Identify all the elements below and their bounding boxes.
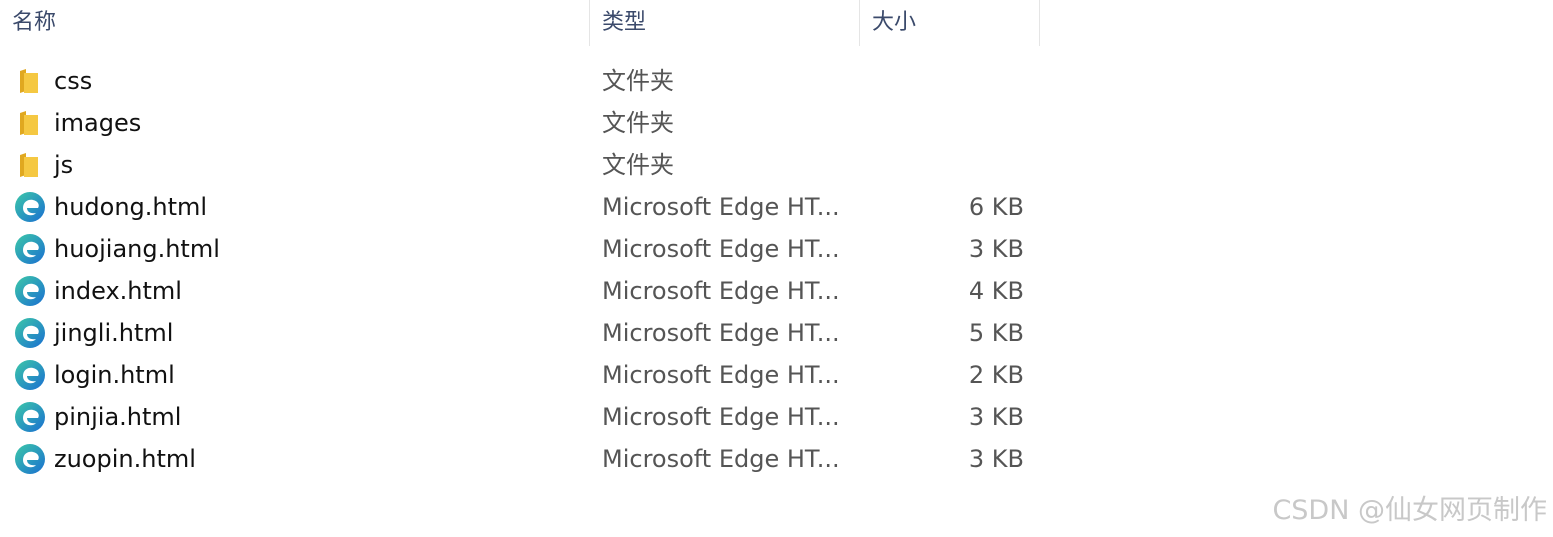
watermark: CSDN @仙女网页制作 <box>1272 495 1547 526</box>
file-row[interactable]: images 文件夹 <box>0 102 1040 144</box>
file-row[interactable]: zuopin.html Microsoft Edge HT... 3 KB <box>0 438 1040 480</box>
file-name[interactable]: jingli.html <box>54 312 173 354</box>
column-header-size[interactable]: 大小 <box>860 0 1040 46</box>
file-size: 2 KB <box>968 361 1024 389</box>
edge-icon <box>14 443 46 475</box>
column-header-type[interactable]: 类型 <box>590 0 860 46</box>
file-row[interactable]: login.html Microsoft Edge HT... 2 KB <box>0 354 1040 396</box>
file-row[interactable]: css 文件夹 <box>0 60 1040 102</box>
folder-icon <box>14 65 46 97</box>
file-row[interactable]: hudong.html Microsoft Edge HT... 6 KB <box>0 186 1040 228</box>
file-type: Microsoft Edge HT... <box>602 403 840 431</box>
column-header-bar: 名称 ^ 类型 大小 <box>0 0 1040 46</box>
file-size <box>860 60 1024 102</box>
file-name[interactable]: zuopin.html <box>54 438 196 480</box>
file-name[interactable]: pinjia.html <box>54 396 181 438</box>
column-divider[interactable] <box>1039 0 1040 46</box>
file-type: 文件夹 <box>602 151 674 179</box>
file-size: 5 KB <box>968 319 1024 347</box>
file-name[interactable]: index.html <box>54 270 182 312</box>
file-list: css 文件夹 images 文件夹 js 文件夹 hudong.html Microsoft… <box>0 60 1040 480</box>
file-size: 4 KB <box>968 277 1024 305</box>
folder-icon <box>14 107 46 139</box>
file-row[interactable]: pinjia.html Microsoft Edge HT... 3 KB <box>0 396 1040 438</box>
edge-icon <box>14 275 46 307</box>
file-name[interactable]: images <box>54 102 141 144</box>
file-row[interactable]: index.html Microsoft Edge HT... 4 KB <box>0 270 1040 312</box>
file-size: 3 KB <box>968 445 1024 473</box>
file-type: Microsoft Edge HT... <box>602 319 840 347</box>
file-type: Microsoft Edge HT... <box>602 277 840 305</box>
file-size <box>860 144 1024 186</box>
file-type: Microsoft Edge HT... <box>602 193 840 221</box>
file-name[interactable]: js <box>54 144 73 186</box>
file-size: 3 KB <box>968 235 1024 263</box>
file-size: 3 KB <box>968 403 1024 431</box>
file-row[interactable]: js 文件夹 <box>0 144 1040 186</box>
edge-icon <box>14 359 46 391</box>
file-type: 文件夹 <box>602 109 674 137</box>
file-name[interactable]: login.html <box>54 354 175 396</box>
edge-icon <box>14 233 46 265</box>
file-type: 文件夹 <box>602 67 674 95</box>
file-size <box>860 102 1024 144</box>
edge-icon <box>14 317 46 349</box>
file-type: Microsoft Edge HT... <box>602 445 840 473</box>
file-name[interactable]: hudong.html <box>54 186 207 228</box>
file-name[interactable]: css <box>54 60 92 102</box>
file-row[interactable]: huojiang.html Microsoft Edge HT... 3 KB <box>0 228 1040 270</box>
file-size: 6 KB <box>968 193 1024 221</box>
edge-icon <box>14 191 46 223</box>
file-type: Microsoft Edge HT... <box>602 361 840 389</box>
edge-icon <box>14 401 46 433</box>
file-type: Microsoft Edge HT... <box>602 235 840 263</box>
file-row[interactable]: jingli.html Microsoft Edge HT... 5 KB <box>0 312 1040 354</box>
folder-icon <box>14 149 46 181</box>
sort-indicator-icon: ^ <box>288 0 300 10</box>
file-name[interactable]: huojiang.html <box>54 228 220 270</box>
